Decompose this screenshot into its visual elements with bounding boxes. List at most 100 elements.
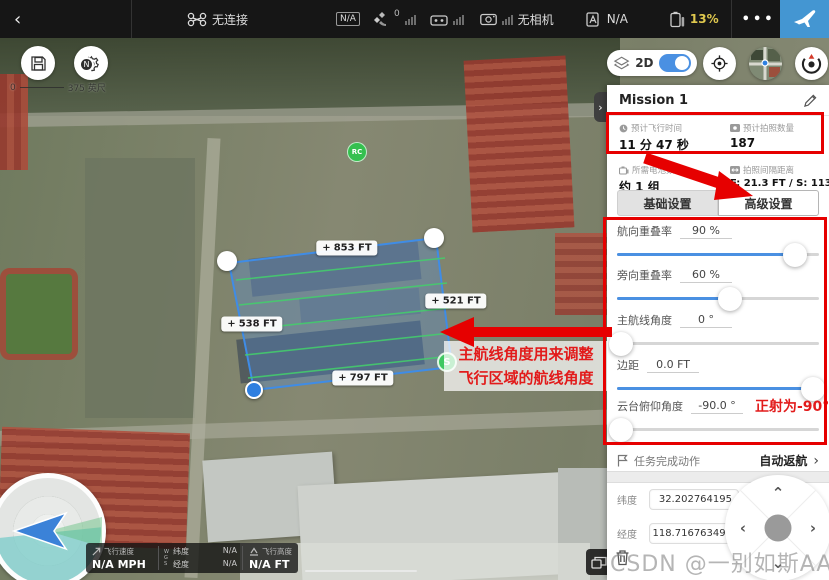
margin-value[interactable]: 0.0 FT bbox=[647, 358, 699, 373]
chevron-right-icon: › bbox=[813, 453, 819, 469]
map-building-3 bbox=[299, 288, 421, 324]
photo-icon bbox=[730, 124, 740, 132]
map-2d-toggle[interactable] bbox=[659, 54, 691, 72]
map-roofs-right bbox=[555, 233, 607, 315]
slider-side-overlap: 旁向重叠率60 % bbox=[617, 267, 819, 300]
side-overlap-slider[interactable] bbox=[617, 297, 819, 300]
rc-signal-status[interactable] bbox=[430, 13, 464, 26]
top-status-bar: ‹ 无连接 N/A 0 无相机 N/A 13% ••• bbox=[0, 0, 829, 38]
longitude-row: 经度 118.716763493 bbox=[617, 523, 739, 544]
camera-icon bbox=[480, 13, 497, 26]
watermark: CSDN @一别如斯AA bbox=[610, 546, 829, 578]
slider-margin: 边距0.0 FT bbox=[617, 357, 819, 390]
stat-photo-count: 预计拍照数量 187 bbox=[718, 116, 829, 158]
drone-icon bbox=[187, 12, 207, 27]
plus-icon: + bbox=[338, 373, 346, 384]
edge-length-pill[interactable]: +538 FT bbox=[221, 317, 282, 332]
course-overlap-value[interactable]: 90 % bbox=[680, 224, 732, 239]
telemetry-speed: 飞行速度 N/A MPH bbox=[86, 543, 158, 573]
tab-basic-settings[interactable]: 基础设置 bbox=[617, 190, 718, 216]
picture-in-picture-icon bbox=[591, 556, 607, 569]
latitude-row: 纬度 32.202764195 bbox=[617, 489, 739, 510]
edge-length-pill[interactable]: +797 FT bbox=[332, 371, 393, 386]
satellite-icon bbox=[372, 12, 389, 27]
rc-signal-bars bbox=[453, 14, 464, 25]
save-mission-button[interactable] bbox=[21, 46, 55, 80]
plus-icon: + bbox=[227, 319, 235, 330]
map-layers-icon bbox=[613, 56, 630, 70]
nudge-up-button[interactable]: ⌃ bbox=[772, 484, 785, 502]
course-overlap-slider[interactable] bbox=[617, 253, 819, 256]
gps-signal-bars bbox=[405, 14, 416, 25]
app-screen: RC S +853 FT +521 FT +538 FT +797 FT ‹ 无… bbox=[0, 0, 829, 580]
remote-controller-icon bbox=[430, 13, 448, 26]
compass-north-badge: N bbox=[79, 57, 94, 72]
mission-stats: 预计飞行时间 11 分 47 秒 预计拍照数量 187 所需电池数 约 1 组 … bbox=[607, 116, 829, 200]
map-sports-field bbox=[0, 268, 78, 360]
more-menu-button[interactable]: ••• bbox=[742, 12, 770, 27]
save-icon bbox=[30, 55, 47, 72]
polygon-vertex-handle[interactable] bbox=[217, 251, 237, 271]
polygon-vertex-handle-selected[interactable] bbox=[245, 381, 263, 399]
interval-icon bbox=[730, 166, 740, 174]
nudge-center-button[interactable] bbox=[765, 515, 792, 542]
aircraft-connection-status[interactable]: 无连接 bbox=[187, 11, 248, 28]
slider-knob[interactable] bbox=[783, 243, 807, 267]
nudge-right-button[interactable]: › bbox=[810, 519, 816, 537]
slider-course-overlap: 航向重叠率90 % bbox=[617, 223, 819, 256]
rc-location-marker: RC bbox=[347, 142, 367, 162]
slider-knob[interactable] bbox=[718, 287, 742, 311]
edge-length-pill[interactable]: +853 FT bbox=[316, 241, 377, 256]
locate-me-button[interactable] bbox=[703, 47, 736, 80]
margin-slider[interactable] bbox=[617, 387, 819, 390]
plus-icon: + bbox=[322, 243, 330, 254]
lng-value: N/A bbox=[223, 559, 237, 570]
battery-icon bbox=[670, 11, 685, 28]
compass-reset-button[interactable] bbox=[795, 47, 828, 80]
scale-line bbox=[20, 87, 64, 88]
polygon-vertex-handle[interactable] bbox=[424, 228, 444, 248]
divider bbox=[731, 0, 732, 38]
edge-length-pill[interactable]: +521 FT bbox=[425, 294, 486, 309]
camera-status[interactable]: 无相机 bbox=[480, 11, 554, 28]
gps-status[interactable]: 0 bbox=[372, 12, 416, 27]
battery-status[interactable]: 13% bbox=[670, 11, 719, 28]
back-button[interactable]: ‹ bbox=[0, 0, 131, 38]
mission-title: Mission 1 bbox=[619, 93, 688, 108]
divider bbox=[131, 0, 132, 38]
gps-count: 0 bbox=[394, 9, 400, 19]
completion-action-value: 自动返航 bbox=[759, 452, 807, 469]
panel-collapse-tab[interactable]: › bbox=[594, 92, 607, 122]
telemetry-gps: WGS 纬度N/A 经度N/A bbox=[159, 543, 242, 573]
gimbal-pitch-slider[interactable] bbox=[617, 428, 819, 431]
settings-tabs: 基础设置 高级设置 bbox=[617, 190, 819, 216]
completion-action-row[interactable]: 任务完成动作 自动返航 › bbox=[607, 449, 829, 472]
side-overlap-value[interactable]: 60 % bbox=[680, 268, 732, 283]
slider-knob[interactable] bbox=[609, 418, 633, 442]
rc-mode-status[interactable]: N/A bbox=[586, 12, 628, 27]
slider-knob[interactable] bbox=[609, 332, 633, 356]
edit-pencil-icon[interactable] bbox=[804, 94, 817, 107]
mission-header: Mission 1 bbox=[607, 85, 829, 116]
latitude-input[interactable]: 32.202764195 bbox=[649, 489, 739, 510]
minimap-button[interactable] bbox=[749, 47, 782, 80]
nudge-left-button[interactable]: ‹ bbox=[740, 519, 746, 537]
tab-advanced-settings[interactable]: 高级设置 bbox=[718, 190, 819, 216]
route-angle-value[interactable]: 0 ° bbox=[680, 313, 732, 328]
telemetry-altitude: 飞行高度 N/A FT bbox=[243, 543, 298, 573]
telemetry-bar: 飞行速度 N/A MPH WGS 纬度N/A 经度N/A 飞行高度 N/A FT bbox=[86, 543, 298, 573]
gimbal-pitch-value[interactable]: -90.0 ° bbox=[691, 399, 743, 414]
plus-icon: + bbox=[431, 296, 439, 307]
slider-route-angle: 主航线角度0 ° bbox=[617, 312, 819, 345]
toggle-knob bbox=[675, 56, 689, 70]
route-angle-slider[interactable] bbox=[617, 342, 819, 345]
flight-mode-badge[interactable]: N/A bbox=[336, 12, 360, 26]
rc-mode-icon bbox=[586, 12, 602, 27]
map-campus-block bbox=[85, 158, 195, 418]
lat-value: N/A bbox=[223, 546, 237, 557]
altitude-icon bbox=[249, 547, 259, 556]
flag-icon bbox=[617, 454, 628, 467]
crosshair-icon bbox=[710, 54, 729, 73]
takeoff-button[interactable] bbox=[780, 0, 829, 38]
speed-arrow-icon bbox=[92, 547, 101, 556]
